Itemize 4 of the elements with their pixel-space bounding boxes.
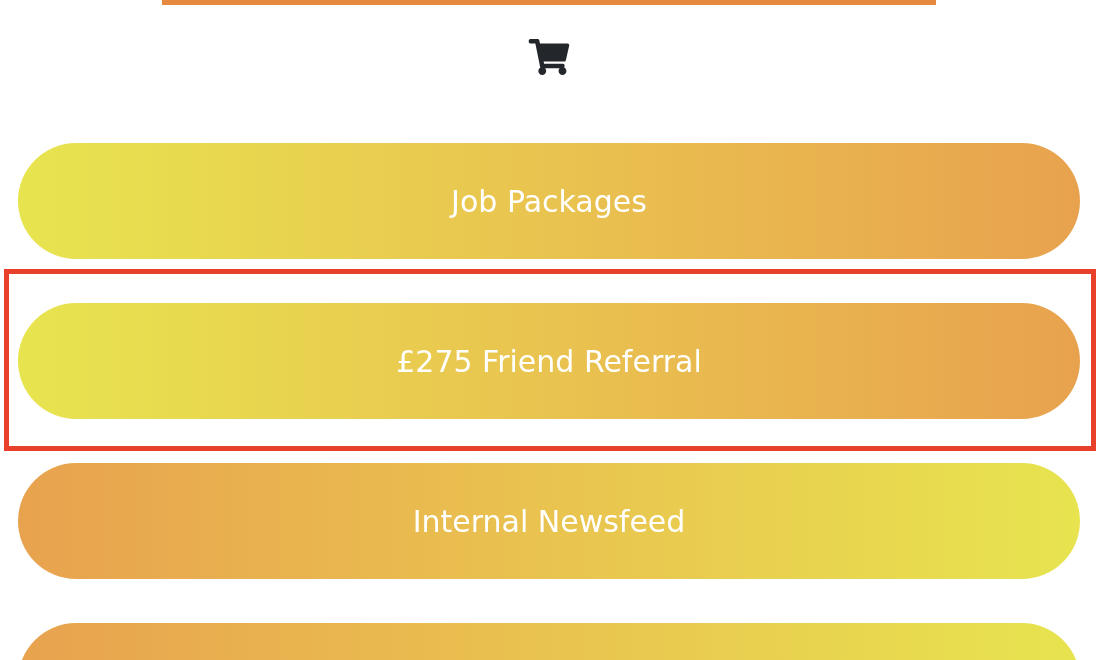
menu-button[interactable]: Internal Newsfeed (18, 463, 1080, 579)
cart-icon[interactable] (528, 39, 570, 75)
menu-button[interactable]: £275 Friend Referral (18, 303, 1080, 419)
menu-button[interactable]: Job Packages (18, 143, 1080, 259)
